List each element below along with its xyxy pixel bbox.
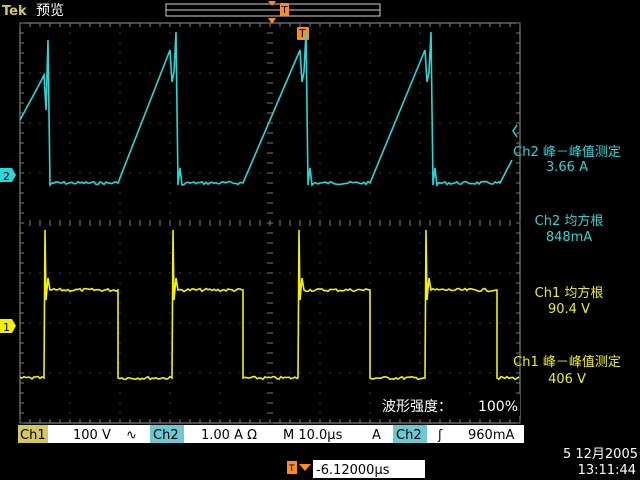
record-trigger-marker: T bbox=[280, 3, 289, 16]
svg-text:-6.12000µs: -6.12000µs bbox=[316, 463, 390, 478]
time-readout: 13:11:44 bbox=[578, 463, 636, 478]
ch2-ground-marker[interactable]: 2 bbox=[0, 168, 16, 183]
graticule bbox=[19, 22, 521, 424]
svg-text:90.4 V: 90.4 V bbox=[548, 302, 590, 317]
oscilloscope-screen: Tek 预览 T T 2 1 Ch2 峰－峰值测定 3.66 A Ch2 均方根… bbox=[0, 0, 640, 478]
svg-text:Ch1: Ch1 bbox=[20, 428, 46, 443]
svg-text:3.66 A: 3.66 A bbox=[546, 160, 588, 175]
ch1-ground-marker[interactable]: 1 bbox=[0, 319, 16, 334]
svg-text:Ch1 峰－峰值测定: Ch1 峰－峰值测定 bbox=[513, 354, 621, 370]
ch2-waveform bbox=[19, 31, 513, 187]
svg-text:1.00 A Ω: 1.00 A Ω bbox=[201, 428, 257, 443]
trigger-offset-readout[interactable]: T -6.12000µs bbox=[287, 460, 425, 478]
svg-text:A: A bbox=[372, 428, 381, 443]
header-bar: Tek 预览 T bbox=[0, 0, 640, 20]
svg-text:406 V: 406 V bbox=[548, 372, 586, 387]
svg-text:Ch2: Ch2 bbox=[396, 428, 422, 443]
ch2-scale-field[interactable]: Ch2 1.00 A Ω bbox=[150, 425, 257, 443]
svg-text:波形强度：: 波形强度： bbox=[382, 399, 452, 415]
svg-text:Ch2 峰－峰值测定: Ch2 峰－峰值测定 bbox=[513, 144, 621, 160]
svg-text:1: 1 bbox=[3, 321, 10, 334]
ch1-waveform bbox=[19, 229, 520, 381]
svg-text:Ch2 均方根: Ch2 均方根 bbox=[535, 213, 604, 229]
svg-text:2: 2 bbox=[3, 170, 10, 183]
timebase-readout[interactable]: M 10.0µs bbox=[283, 428, 343, 443]
svg-text:100 V: 100 V bbox=[73, 428, 111, 443]
status-bar: Ch1 100 V ∿ Ch2 1.00 A Ω M 10.0µs A Ch2 … bbox=[18, 425, 524, 443]
date-readout: 5 12月2005 bbox=[563, 447, 638, 462]
measurement-ch2-pk2pk[interactable]: Ch2 峰－峰值测定 3.66 A bbox=[513, 144, 621, 175]
svg-text:Ch2: Ch2 bbox=[153, 428, 179, 443]
measurement-ch1-pk2pk[interactable]: Ch1 峰－峰值测定 406 V bbox=[513, 354, 621, 387]
trigger-level-marker bbox=[512, 124, 518, 138]
svg-text:848mA: 848mA bbox=[546, 230, 592, 245]
trigger-offset-arrow-icon bbox=[299, 464, 311, 471]
trigger-position-marker[interactable]: T bbox=[268, 18, 309, 40]
svg-text:∿: ∿ bbox=[126, 428, 137, 443]
mode-label: 预览 bbox=[36, 3, 64, 19]
svg-text:ʃ: ʃ bbox=[437, 428, 443, 443]
svg-text:960mA: 960mA bbox=[468, 428, 514, 443]
svg-text:T: T bbox=[281, 5, 289, 16]
measurement-ch2-rms[interactable]: Ch2 均方根 848mA bbox=[535, 213, 604, 245]
waveform-intensity-readout: 波形强度： 100% bbox=[376, 394, 520, 416]
svg-text:T: T bbox=[288, 464, 295, 474]
brand-logo: Tek bbox=[2, 4, 27, 19]
svg-text:Ch1 均方根: Ch1 均方根 bbox=[535, 285, 604, 301]
svg-text:T: T bbox=[298, 27, 306, 40]
svg-text:100%: 100% bbox=[478, 399, 518, 415]
measurement-ch1-rms[interactable]: Ch1 均方根 90.4 V bbox=[535, 285, 604, 317]
